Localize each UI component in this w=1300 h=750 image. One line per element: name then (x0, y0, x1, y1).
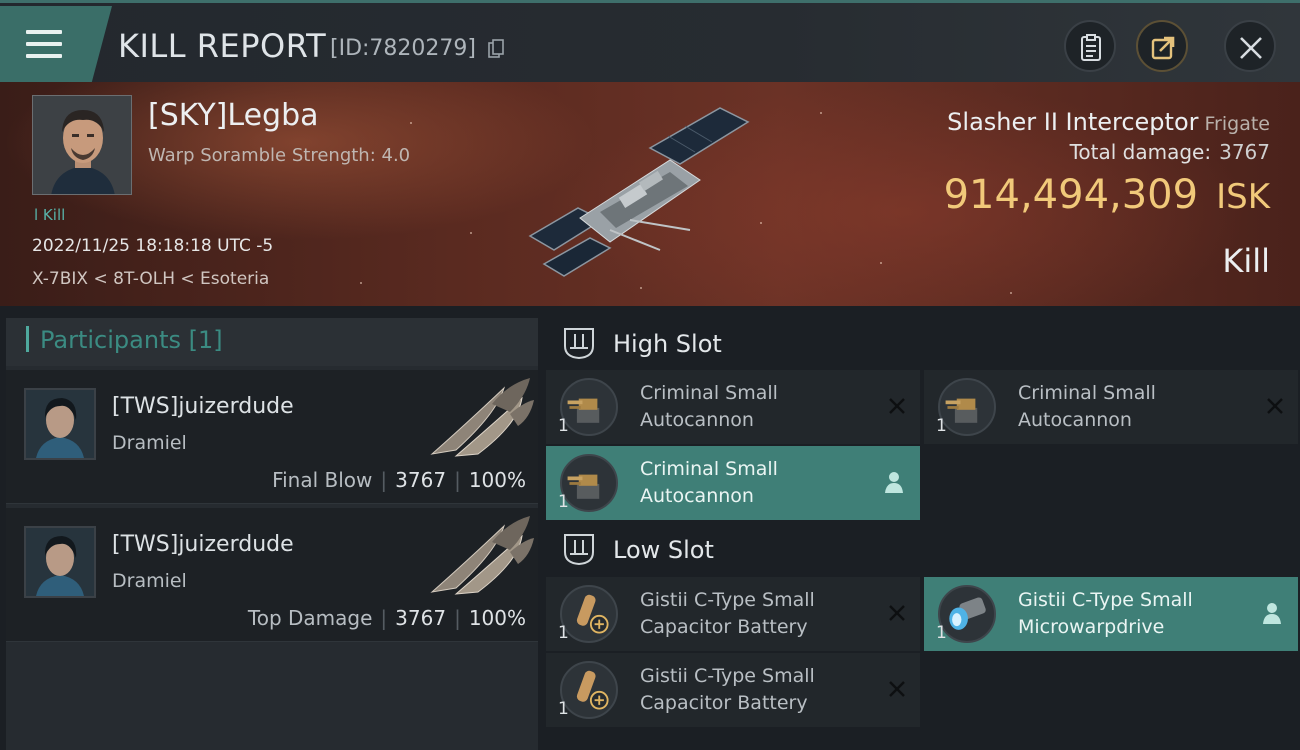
participant-stats: Final Blow | 3767 | 100% (272, 468, 526, 492)
ship-class: Frigate (1204, 113, 1270, 135)
victim-subtitle: Warp Soramble Strength: 4.0 (148, 145, 411, 166)
participant-name[interactable]: [TWS]juizerdude (112, 394, 294, 419)
module-item[interactable]: 1 Gistii C-Type Small Capacitor Battery (546, 653, 920, 727)
kill-datetime: 2022/11/25 18:18:18 UTC -5 (32, 236, 274, 256)
ship-type: Slasher II Interceptor (947, 108, 1199, 136)
module-name: Gistii C-Type Small Capacitor Battery (640, 663, 880, 717)
participant-ship-image (430, 378, 534, 457)
module-name: Gistii C-Type Small Microwarpdrive (1018, 587, 1258, 641)
avatar-image (26, 390, 94, 458)
module-name-line1: Gistii C-Type Small (1018, 589, 1193, 611)
close-icon (1240, 37, 1262, 59)
hamburger-icon[interactable] (26, 30, 62, 58)
kill-tag: l Kill (34, 206, 66, 224)
ship-name[interactable]: Slasher II Interceptor Frigate (947, 108, 1270, 136)
high-slot-title: High Slot (613, 330, 722, 358)
participant-row[interactable]: [TWS]juizerdude Dramiel Top Damage | 3767 |… (6, 508, 538, 642)
module-item[interactable]: 1 Criminal Small Autocannon (546, 446, 920, 520)
participant-avatar[interactable] (24, 388, 96, 460)
module-name-line2: Autocannon (1018, 409, 1132, 431)
participants-title: Participants [1] (40, 326, 223, 354)
share-button[interactable] (1136, 20, 1188, 72)
module-name: Criminal Small Autocannon (640, 380, 880, 434)
victim-ship-image (528, 107, 750, 277)
participant-percent: 100% (468, 468, 526, 492)
isk-amount: 914,494,309 (943, 172, 1199, 218)
close-button[interactable] (1224, 20, 1276, 72)
module-item[interactable]: 1 Criminal Small Autocannon (924, 370, 1298, 444)
module-count: 1 (558, 492, 569, 512)
module-item[interactable]: 1 Criminal Small Autocannon (546, 370, 920, 444)
high-slot-header: High Slot (546, 320, 1300, 370)
module-item[interactable]: 1 Gistii C-Type Small Capacitor Battery (546, 577, 920, 651)
low-slot-icon (564, 534, 594, 566)
x-icon (1267, 398, 1283, 414)
low-slot-header: Low Slot (546, 526, 1300, 576)
header-accent-bar (26, 326, 29, 352)
module-name-line2: Capacitor Battery (640, 616, 808, 638)
avatar-image (26, 528, 94, 596)
module-name: Gistii C-Type Small Capacitor Battery (640, 587, 880, 641)
victim-portrait[interactable] (32, 95, 132, 195)
module-name-line1: Criminal Small (1018, 382, 1156, 404)
participant-ship: Dramiel (112, 570, 187, 592)
high-slot-icon (564, 328, 594, 360)
total-damage: Total damage: 3767 (1070, 140, 1270, 164)
total-damage-label: Total damage: (1069, 140, 1212, 164)
report-button[interactable] (1064, 20, 1116, 72)
isk-value: 914,494,309 ISK (944, 172, 1270, 218)
report-id: [ID:7820279] (330, 36, 476, 61)
victim-name[interactable]: [SKY]Legba (148, 98, 319, 133)
x-icon (889, 398, 905, 414)
x-icon (889, 605, 905, 621)
page-title: KILL REPORT (118, 27, 327, 65)
participants-header: Participants [1] (6, 318, 538, 366)
module-count: 1 (558, 416, 569, 436)
top-bar: KILL REPORT [ID:7820279] (0, 0, 1300, 82)
isk-unit: ISK (1216, 177, 1270, 217)
module-name-line2: Capacitor Battery (640, 692, 808, 714)
participant-ship-image (430, 516, 534, 595)
module-name-line2: Microwarpdrive (1018, 616, 1165, 638)
module-name: Criminal Small Autocannon (640, 456, 880, 510)
module-name-line1: Criminal Small (640, 382, 778, 404)
clipboard-icon (1081, 34, 1101, 61)
portrait-image (33, 96, 131, 194)
fitting-panel: High Slot 1 Criminal Small Autocannon 1 … (546, 318, 1300, 750)
module-name-line1: Gistii C-Type Small (640, 665, 815, 687)
participant-avatar[interactable] (24, 526, 96, 598)
person-icon (885, 472, 903, 493)
low-slot-title: Low Slot (613, 536, 714, 564)
person-icon (1263, 603, 1281, 624)
copy-icon[interactable] (488, 39, 504, 59)
module-name-line2: Autocannon (640, 409, 754, 431)
module-name: Criminal Small Autocannon (1018, 380, 1258, 434)
participant-stats: Top Damage | 3767 | 100% (247, 606, 526, 630)
participant-row[interactable]: [TWS]juizerdude Dramiel Final Blow | 3767 |… (6, 370, 538, 504)
total-damage-value: 3767 (1219, 140, 1270, 164)
menu-button[interactable] (0, 6, 112, 82)
kill-outcome: Kill (1222, 242, 1270, 280)
participant-name[interactable]: [TWS]juizerdude (112, 532, 294, 557)
share-icon (1151, 36, 1175, 60)
module-count: 1 (558, 623, 569, 643)
module-count: 1 (558, 699, 569, 719)
participant-ship: Dramiel (112, 432, 187, 454)
module-count: 1 (936, 623, 947, 643)
module-count: 1 (936, 416, 947, 436)
module-name-line1: Criminal Small (640, 458, 778, 480)
participant-percent: 100% (468, 606, 526, 630)
participant-role: Top Damage (247, 606, 373, 630)
x-icon (889, 681, 905, 697)
kill-location[interactable]: X-7BIX < 8T-OLH < Esoteria (32, 269, 269, 289)
module-item[interactable]: 1 Gistii C-Type Small Microwarpdrive (924, 577, 1298, 651)
module-name-line2: Autocannon (640, 485, 754, 507)
participant-damage: 3767 (395, 468, 447, 492)
participants-panel: Participants [1] [TWS]juizerdude Dramiel… (6, 318, 538, 750)
participant-damage: 3767 (395, 606, 447, 630)
participant-role: Final Blow (272, 468, 373, 492)
victim-banner: [SKY]Legba Warp Soramble Strength: 4.0 l… (0, 82, 1300, 306)
module-name-line1: Gistii C-Type Small (640, 589, 815, 611)
